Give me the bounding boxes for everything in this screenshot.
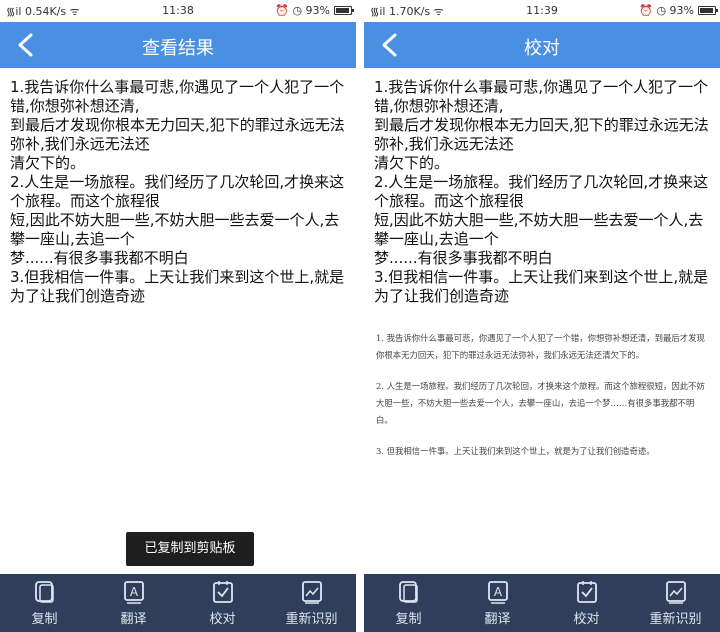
proofread-icon	[212, 581, 233, 603]
translate-button[interactable]: A 翻译	[453, 574, 542, 632]
proofread-button[interactable]: 校对	[178, 574, 267, 632]
translate-icon: A	[123, 581, 144, 604]
copy-label: 复制	[395, 612, 422, 627]
battery-icon	[334, 6, 354, 15]
translate-label: 翻译	[484, 612, 511, 627]
bottom-toolbar: 复制 A 翻译 校对 重新识别	[0, 574, 356, 632]
proofread-icon	[576, 581, 597, 603]
doc-paragraph: 2. 人生是一场旅程。我们经历了几次轮回，才换来这个旅程。而这个旅程很短，因此不…	[376, 381, 705, 425]
re-recognize-icon	[665, 581, 686, 604]
copy-icon	[398, 581, 418, 603]
screen-proofread: ᯾il 1.70K/s ᯤ 11:39 ⏰ ◷ 93% 校对 1.我告诉你什么事…	[364, 0, 720, 632]
proofread-label: 校对	[573, 612, 600, 627]
screen-view-result: ᯾il 0.54K/s ᯤ 11:38 ⏰ ◷ 93% 查看结果 1.我告诉你什…	[0, 0, 356, 632]
title-bar: 查看结果	[0, 22, 356, 68]
source-document-image: 1. 我告诉你什么事最可悲，你遇见了一个人犯了一个错，你想弥补想还清，到最后才发…	[376, 330, 706, 474]
status-indicators: ⏰ ◷ 93%	[275, 4, 330, 17]
copy-button[interactable]: 复制	[364, 574, 453, 632]
copy-icon	[34, 581, 54, 603]
proofread-text-body: 1.我告诉你什么事最可悲,你遇见了一个人犯了一个错,你想弥补想还清, 到最后才发…	[374, 78, 709, 305]
translate-icon: A	[487, 581, 508, 604]
status-indicators: ⏰ ◷ 93%	[639, 4, 694, 17]
doc-paragraph: 3. 但我相信一件事。上天让我们来到这个世上，就是为了让我们创造奇迹。	[376, 446, 655, 456]
page-title: 查看结果	[142, 38, 214, 59]
result-text[interactable]: 1.我告诉你什么事最可悲,你遇见了一个人犯了一个错,你想弥补想还清, 到最后才发…	[10, 78, 350, 306]
proofread-button[interactable]: 校对	[542, 574, 631, 632]
status-bar: ᯾il 0.54K/s ᯤ 11:38 ⏰ ◷ 93%	[0, 0, 356, 22]
status-bar: ᯾il 1.70K/s ᯤ 11:39 ⏰ ◷ 93%	[364, 0, 720, 22]
result-text-body: 1.我告诉你什么事最可悲,你遇见了一个人犯了一个错,你想弥补想还清, 到最后才发…	[10, 78, 345, 305]
battery-icon	[698, 6, 718, 15]
copy-button[interactable]: 复制	[0, 574, 89, 632]
copied-toast: 已复制到剪贴板	[126, 532, 254, 566]
copy-label: 复制	[31, 612, 58, 627]
proofread-label: 校对	[209, 612, 236, 627]
proofread-text[interactable]: 1.我告诉你什么事最可悲,你遇见了一个人犯了一个错,你想弥补想还清, 到最后才发…	[374, 78, 714, 306]
translate-button[interactable]: A 翻译	[89, 574, 178, 632]
doc-paragraph: 1. 我告诉你什么事最可悲，你遇见了一个人犯了一个错，你想弥补想还清，到最后才发…	[376, 333, 705, 360]
re-recognize-button[interactable]: 重新识别	[267, 574, 356, 632]
bottom-toolbar: 复制 A 翻译 校对 重新识别	[364, 574, 720, 632]
svg-text:A: A	[129, 585, 138, 599]
divider	[356, 0, 364, 632]
page-title: 校对	[524, 38, 560, 59]
re-recognize-button[interactable]: 重新识别	[631, 574, 720, 632]
re-recognize-label: 重新识别	[649, 612, 702, 627]
translate-label: 翻译	[120, 612, 147, 627]
svg-text:A: A	[493, 585, 502, 599]
re-recognize-icon	[301, 581, 322, 604]
title-bar: 校对	[364, 22, 720, 68]
re-recognize-label: 重新识别	[285, 612, 338, 627]
